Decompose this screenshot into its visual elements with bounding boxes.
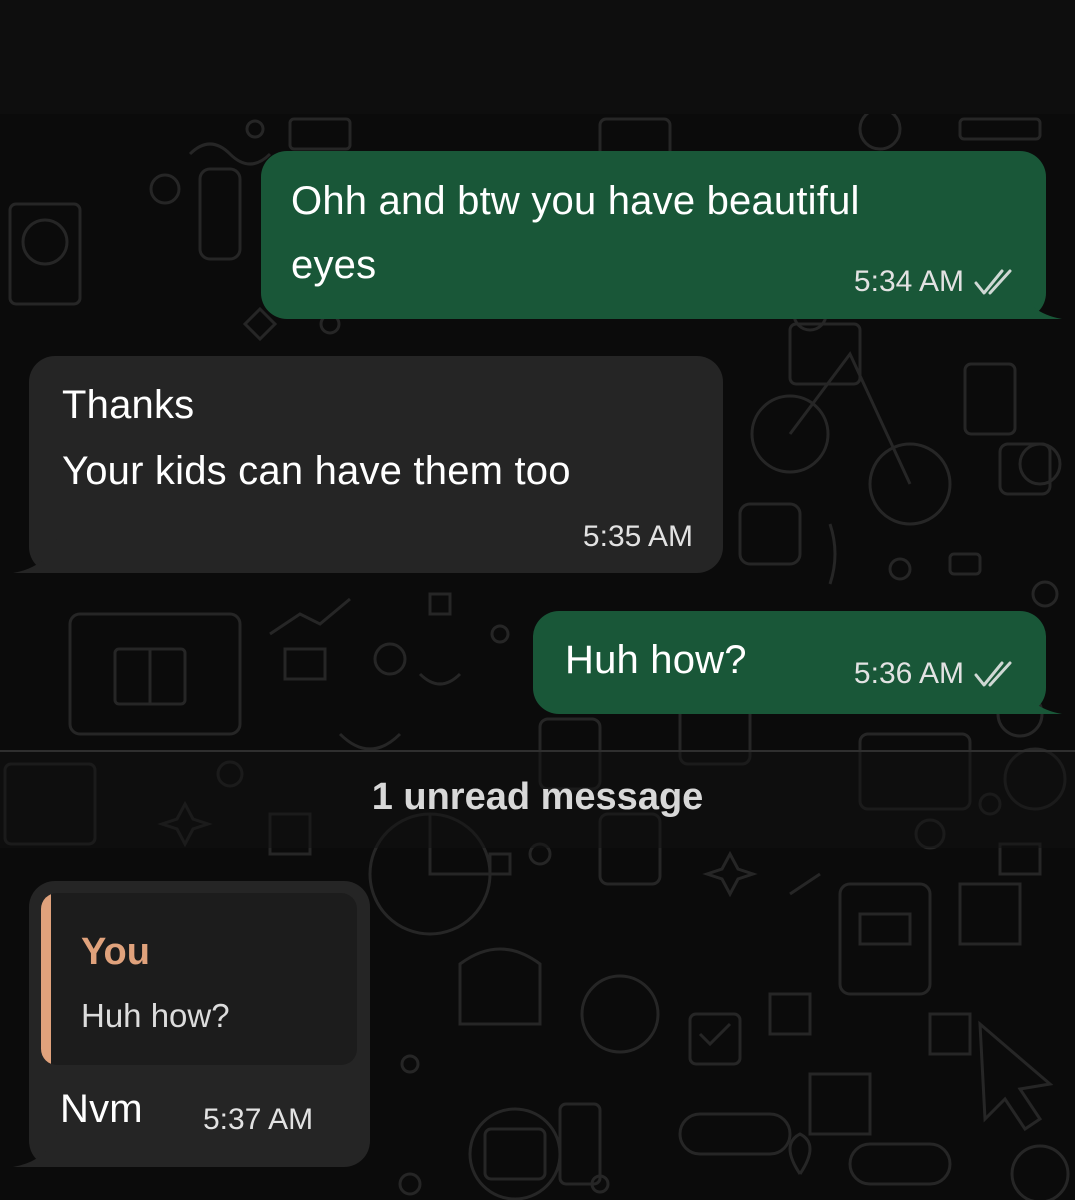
message-meta: 5:36 AM: [854, 657, 1018, 691]
message-meta: 5:35 AM: [583, 520, 693, 554]
message-bubble-outgoing[interactable]: Ohh and btw you have beautiful eyes 5:34…: [261, 151, 1062, 319]
top-bar: [0, 0, 1075, 114]
message-meta: 5:34 AM: [854, 265, 1018, 299]
message-text: Huh how?: [565, 638, 747, 682]
quote-accent-bar: [41, 893, 51, 1065]
unread-messages-divider: 1 unread message: [0, 750, 1075, 848]
message-meta: 5:37 AM: [203, 1103, 313, 1137]
message-bubble-incoming[interactable]: Thanks Your kids can have them too 5:35 …: [13, 356, 723, 573]
bubble-tail: [1018, 680, 1062, 714]
message-time: 5:37 AM: [203, 1103, 314, 1136]
chat-screen: Ohh and btw you have beautiful eyes 5:34…: [0, 0, 1075, 1200]
double-check-icon: [974, 660, 1018, 688]
double-check-icon: [974, 268, 1018, 296]
message-time: 5:36 AM: [853, 657, 964, 690]
message-time: 5:34 AM: [853, 265, 964, 298]
bubble-tail: [13, 1133, 57, 1167]
message-bubble-outgoing[interactable]: Huh how? 5:36 AM: [533, 611, 1062, 714]
chat-area[interactable]: Ohh and btw you have beautiful eyes 5:34…: [0, 114, 1075, 1200]
quoted-text: Huh how?: [81, 997, 230, 1034]
quoted-author: You: [81, 931, 150, 973]
bubble-tail: [1018, 285, 1062, 319]
bubble-tail: [13, 539, 57, 573]
message-bubble-incoming-reply[interactable]: You Huh how? Nvm 5:37 AM: [13, 881, 370, 1167]
message-text: Thanks Your kids can have them too: [62, 383, 571, 493]
message-time: 5:35 AM: [582, 520, 693, 553]
message-text: Nvm: [60, 1087, 143, 1131]
unread-label: 1 unread message: [371, 776, 704, 818]
quoted-message[interactable]: You Huh how?: [41, 893, 357, 1065]
